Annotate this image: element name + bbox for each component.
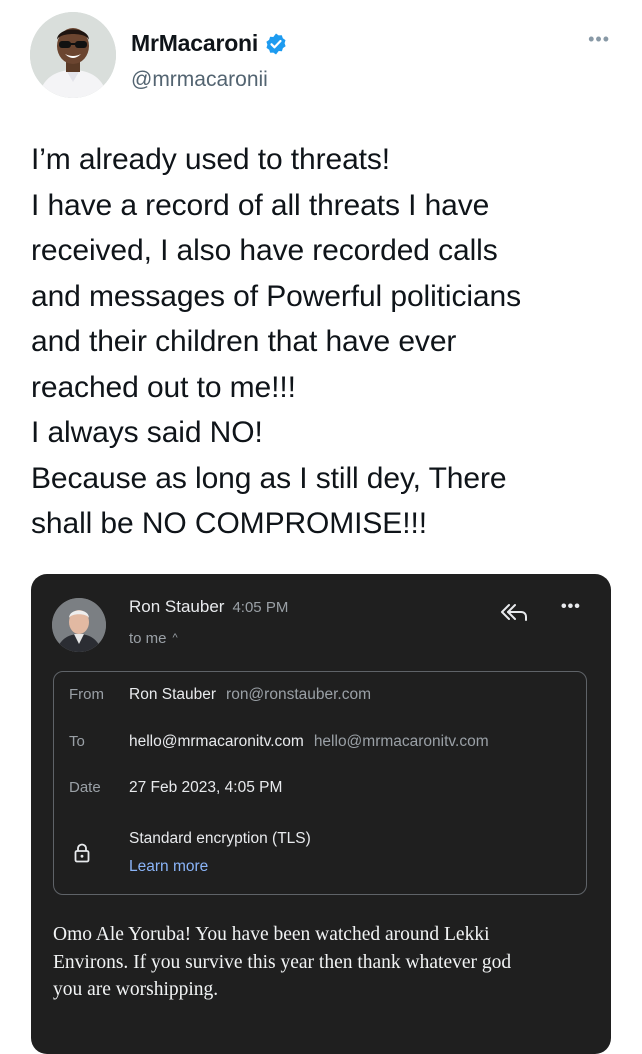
email-body-line: you are worshipping. — [53, 979, 219, 1000]
email-more-icon[interactable]: ••• — [561, 598, 581, 616]
avatar[interactable] — [30, 12, 116, 98]
lock-icon — [74, 843, 90, 863]
tweet-text-line: I have a record of all threats I have — [31, 188, 490, 222]
reply-all-icon[interactable] — [499, 600, 529, 624]
email-body-line: Omo Ale Yoruba! You have been watched ar… — [53, 924, 490, 945]
from-label: From — [69, 686, 104, 703]
email-screenshot[interactable]: Ron Stauber 4:05 PM to me ^ ••• From Ron S… — [31, 574, 611, 1054]
to-label: To — [69, 733, 85, 750]
learn-more-link[interactable]: Learn more — [129, 858, 208, 876]
sender-avatar-image — [52, 598, 106, 652]
tweet-text-line: and their children that have ever — [31, 325, 457, 358]
tweet-text-line: I’m already used to threats! — [31, 143, 391, 176]
display-name-text: MrMacaroni — [131, 30, 259, 56]
from-name: Ron Stauber — [129, 686, 217, 703]
tweet-text: I’m already used to threats! I have a re… — [31, 137, 621, 547]
chevron-up-icon: ^ — [172, 632, 178, 644]
sender-name[interactable]: Ron Stauber — [129, 597, 224, 616]
tweet-header: MrMacaroni @mrmacaronii ••• — [30, 12, 620, 102]
handle[interactable]: @mrmacaronii — [131, 68, 268, 92]
encryption-status: Standard encryption (TLS) — [129, 830, 311, 847]
email-body-line: Environs. If you survive this year then … — [53, 951, 512, 973]
tweet-text-line: Because as long as I still dey, There — [31, 461, 507, 495]
tweet-text-line: I always said NO! — [31, 416, 263, 449]
more-options-icon[interactable]: ••• — [588, 30, 610, 48]
tweet-text-line: received, I also have recorded calls — [31, 234, 498, 267]
email-body: Omo Ale Yoruba! You have been watched ar… — [53, 921, 593, 1004]
date-label: Date — [69, 779, 101, 796]
recipient-summary: to me — [129, 630, 167, 647]
to-name: hello@mrmacaronitv.com — [129, 733, 304, 750]
from-value: Ron Stauber ron@ronstauber.com — [129, 686, 371, 704]
tweet-text-line: shall be NO COMPROMISE!!! — [31, 507, 427, 540]
email-time: 4:05 PM — [232, 599, 289, 616]
verified-badge-icon — [264, 32, 288, 56]
tweet-text-line: and messages of Powerful politicians — [31, 279, 521, 313]
display-name[interactable]: MrMacaroni — [131, 30, 288, 57]
tweet-text-line: reached out to me!!! — [31, 370, 296, 404]
sender-avatar — [52, 598, 106, 652]
avatar-image — [30, 12, 116, 98]
recipient-toggle[interactable]: to me ^ — [129, 630, 178, 647]
to-value: hello@mrmacaronitv.com hello@mrmacaronitv… — [129, 733, 489, 751]
to-email[interactable]: hello@mrmacaronitv.com — [314, 733, 489, 750]
date-value: 27 Feb 2023, 4:05 PM — [129, 779, 283, 796]
email-details-panel: From Ron Stauber ron@ronstauber.com To he… — [53, 671, 587, 895]
sender-line: Ron Stauber 4:05 PM — [129, 597, 288, 617]
from-email[interactable]: ron@ronstauber.com — [226, 686, 371, 703]
